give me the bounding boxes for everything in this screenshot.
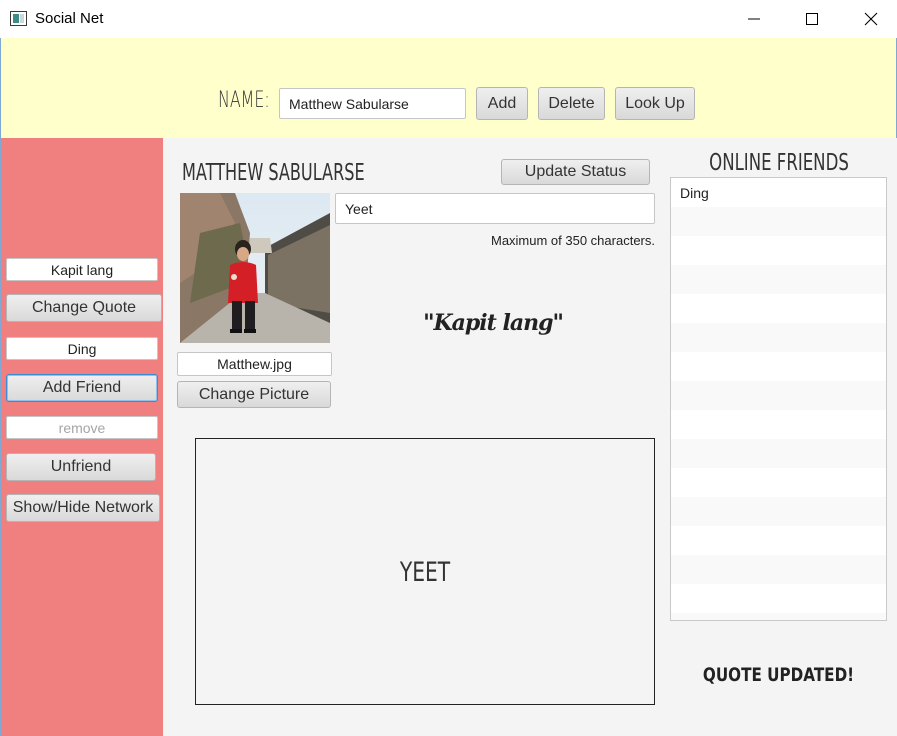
top-bar: NAME: Matthew Sabularse Add Delete Look … bbox=[0, 38, 897, 138]
name-label: NAME: bbox=[218, 88, 270, 113]
profile-photo bbox=[180, 193, 330, 343]
list-item-empty bbox=[671, 439, 886, 468]
minimize-button[interactable] bbox=[731, 0, 777, 38]
minimize-icon bbox=[748, 18, 760, 20]
list-item-empty bbox=[671, 555, 886, 584]
show-hide-network-button[interactable]: Show/Hide Network bbox=[6, 494, 160, 522]
list-item-empty bbox=[671, 236, 886, 265]
maximize-button[interactable] bbox=[789, 0, 835, 38]
unfriend-button[interactable]: Unfriend bbox=[6, 453, 156, 481]
app-window-icon bbox=[10, 11, 27, 26]
list-item-empty bbox=[671, 497, 886, 526]
change-quote-button[interactable]: Change Quote bbox=[6, 294, 162, 322]
list-item-empty bbox=[671, 294, 886, 323]
update-status-button[interactable]: Update Status bbox=[501, 159, 650, 185]
delete-button[interactable]: Delete bbox=[538, 87, 605, 120]
list-item-empty bbox=[671, 265, 886, 294]
close-icon bbox=[864, 12, 878, 26]
list-item-empty bbox=[671, 323, 886, 352]
list-item[interactable]: Ding bbox=[671, 178, 886, 207]
max-characters-note: Maximum of 350 characters. bbox=[490, 233, 655, 248]
name-input[interactable]: Matthew Sabularse bbox=[279, 88, 466, 119]
list-item-empty bbox=[671, 526, 886, 555]
add-friend-button[interactable]: Add Friend bbox=[6, 374, 158, 402]
notification-text: QUOTE UPDATED! bbox=[702, 664, 855, 686]
title-bar: Social Net bbox=[0, 0, 897, 38]
status-input[interactable]: Yeet bbox=[335, 193, 655, 224]
list-item-empty bbox=[671, 410, 886, 439]
profile-photo-image bbox=[180, 193, 330, 343]
status-display-text: YEET bbox=[399, 557, 451, 588]
list-item-empty bbox=[671, 381, 886, 410]
status-display-box: YEET bbox=[195, 438, 655, 705]
friend-input[interactable]: Ding bbox=[6, 337, 158, 360]
window-title: Social Net bbox=[35, 10, 104, 27]
quote-display: "Kapit lang" bbox=[423, 310, 564, 336]
online-friends-list[interactable]: Ding bbox=[670, 177, 887, 621]
list-item-empty bbox=[671, 468, 886, 497]
list-item-empty bbox=[671, 584, 886, 613]
list-item-empty bbox=[671, 207, 886, 236]
quote-input[interactable]: Kapit lang bbox=[6, 258, 158, 281]
change-picture-button[interactable]: Change Picture bbox=[177, 381, 331, 408]
profile-name: MATTHEW SABULARSE bbox=[182, 160, 365, 186]
remove-input[interactable]: remove bbox=[6, 416, 158, 439]
picture-filename-input[interactable]: Matthew.jpg bbox=[177, 352, 332, 376]
online-friends-title-text: ONLINE FRIENDS bbox=[708, 150, 849, 176]
list-item-empty bbox=[671, 613, 886, 620]
notification-message: QUOTE UPDATED! bbox=[670, 664, 887, 686]
look-up-button[interactable]: Look Up bbox=[615, 87, 695, 120]
list-item-empty bbox=[671, 352, 886, 381]
online-friends-title: ONLINE FRIENDS bbox=[670, 150, 887, 176]
maximize-icon bbox=[806, 13, 818, 25]
close-button[interactable] bbox=[848, 0, 894, 38]
add-button[interactable]: Add bbox=[476, 87, 528, 120]
